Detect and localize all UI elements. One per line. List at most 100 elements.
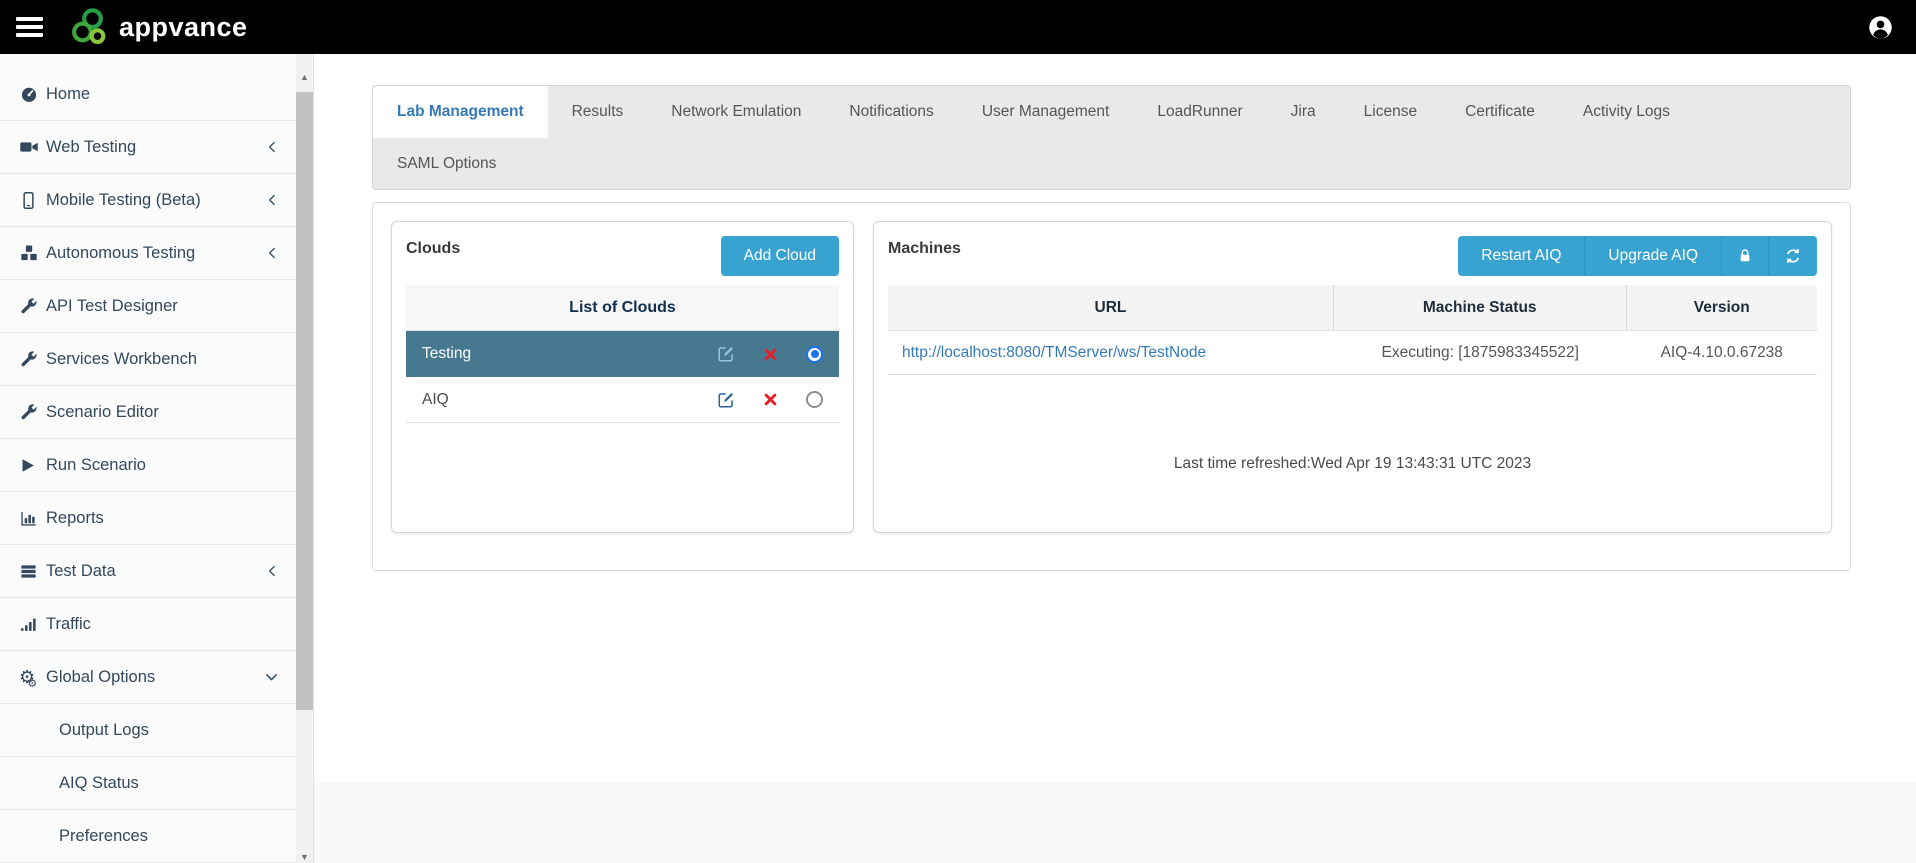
tab-jira[interactable]: Jira [1267, 86, 1340, 138]
play-icon [19, 457, 46, 474]
tab-notifications[interactable]: Notifications [825, 86, 957, 138]
column-header-machine-status: Machine Status [1334, 284, 1627, 331]
video-camera-icon [19, 137, 46, 157]
sidebar-item-label: Output Logs [59, 720, 149, 739]
upgrade-aiq-button[interactable]: Upgrade AIQ [1585, 236, 1722, 276]
tab-network-emulation[interactable]: Network Emulation [647, 86, 825, 138]
tab-row-2: SAML Options [373, 138, 1850, 189]
tab-loadrunner[interactable]: LoadRunner [1133, 86, 1266, 138]
list-of-clouds-header: List of Clouds [406, 285, 839, 331]
sidebar-item-run-scenario[interactable]: Run Scenario [0, 439, 296, 492]
sidebar-item-home[interactable]: Home [0, 68, 296, 121]
cubes-icon [19, 243, 46, 263]
column-header-version: Version [1693, 298, 1750, 316]
clouds-panel: Clouds Add Cloud List of Clouds Testing … [391, 221, 854, 533]
tab-saml-options[interactable]: SAML Options [373, 138, 520, 189]
x-icon [764, 348, 777, 360]
chevron-left-icon [265, 246, 279, 260]
refresh-button[interactable] [1769, 236, 1817, 276]
sidebar-item-autonomous-testing[interactable]: Autonomous Testing [0, 227, 296, 280]
sidebar-item-preferences[interactable]: Preferences [0, 810, 296, 863]
wrench-icon [19, 403, 46, 422]
sidebar-item-traffic[interactable]: Traffic [0, 598, 296, 651]
scroll-down-button[interactable]: ▼ [296, 852, 313, 862]
select-cloud-radio[interactable] [806, 345, 823, 363]
machines-title: Machines [888, 240, 961, 257]
sidebar-scrollbar[interactable]: ▲ ▼ [296, 54, 314, 863]
delete-cloud-button[interactable] [763, 392, 778, 407]
restart-aiq-button[interactable]: Restart AIQ [1458, 236, 1586, 276]
tab-lab-management[interactable]: Lab Management [373, 86, 548, 138]
sidebar-item-label: Mobile Testing (Beta) [46, 190, 201, 209]
sidebar-item-label: Services Workbench [46, 349, 198, 368]
edit-icon [718, 392, 733, 407]
sidebar-item-reports[interactable]: Reports [0, 492, 296, 545]
sidebar-item-label: Home [46, 84, 91, 103]
sidebar-item-label: Reports [46, 508, 104, 527]
gauge-icon [19, 84, 46, 104]
edit-cloud-button[interactable] [717, 345, 735, 363]
sidebar-item-test-data[interactable]: Test Data [0, 545, 296, 598]
sidebar-item-api-test-designer[interactable]: API Test Designer [0, 280, 296, 333]
last-refreshed-text: Last time refreshed:Wed Apr 19 13:43:31 … [1173, 455, 1532, 472]
page-background [314, 783, 1916, 863]
sidebar-item-label: Preferences [59, 826, 148, 845]
sidebar-item-label: AIQ Status [59, 773, 139, 792]
machines-table-header: URL Machine Status Version [888, 284, 1817, 331]
top-bar: appvance [0, 0, 1916, 54]
hamburger-icon[interactable] [16, 13, 43, 41]
scroll-up-button[interactable]: ▲ [296, 72, 313, 82]
tab-results[interactable]: Results [548, 86, 648, 138]
sidebar-item-aiq-status[interactable]: AIQ Status [0, 757, 296, 810]
delete-cloud-button[interactable] [763, 347, 778, 362]
bar-chart-icon [19, 509, 46, 528]
panels-card: Clouds Add Cloud List of Clouds Testing … [372, 202, 1851, 571]
tab-user-management[interactable]: User Management [958, 86, 1134, 138]
machine-url-link[interactable]: http://localhost:8080/TMServer/ws/TestNo… [902, 344, 1206, 361]
sidebar-item-label: Global Options [46, 667, 156, 686]
clouds-title: Clouds [406, 240, 461, 257]
sidebar-item-label: Traffic [46, 614, 91, 633]
chevron-left-icon [265, 193, 279, 207]
add-cloud-button[interactable]: Add Cloud [720, 236, 839, 276]
chevron-left-icon [265, 140, 279, 154]
lock-icon [1740, 249, 1750, 262]
stack-icon [19, 562, 46, 581]
sidebar-item-label: API Test Designer [46, 296, 178, 315]
cloud-name: AIQ [422, 390, 449, 408]
tab-bar: Lab Management Results Network Emulation… [372, 85, 1851, 190]
column-header-url: URL [888, 284, 1334, 331]
tab-activity-logs[interactable]: Activity Logs [1559, 86, 1694, 138]
select-cloud-radio[interactable] [806, 391, 823, 408]
sidebar-item-services-workbench[interactable]: Services Workbench [0, 333, 296, 386]
edit-icon [718, 347, 733, 362]
sidebar-item-mobile-testing[interactable]: Mobile Testing (Beta) [0, 174, 296, 227]
tab-certificate[interactable]: Certificate [1441, 86, 1559, 138]
gears-icon: ⚙ ⚙ [19, 667, 38, 690]
cloud-row-testing[interactable]: Testing [406, 331, 839, 377]
scroll-thumb[interactable] [296, 92, 313, 710]
mobile-icon [19, 191, 46, 210]
signal-icon [19, 615, 46, 634]
refresh-icon [1786, 249, 1800, 263]
sidebar-item-label: Autonomous Testing [46, 243, 196, 262]
machine-status: Executing: [1875983345522] [1381, 343, 1579, 361]
sidebar-item-scenario-editor[interactable]: Scenario Editor [0, 386, 296, 439]
sidebar-item-web-testing[interactable]: Web Testing [0, 121, 296, 174]
tab-license[interactable]: License [1340, 86, 1441, 138]
sidebar: Home Web Testing Mobile Testing (Beta) A… [0, 54, 296, 863]
lock-button[interactable] [1722, 236, 1769, 276]
wrench-icon [19, 297, 46, 316]
tab-row-1: Lab Management Results Network Emulation… [373, 86, 1850, 138]
sidebar-item-global-options[interactable]: ⚙ ⚙ Global Options [0, 651, 296, 704]
machine-row: http://localhost:8080/TMServer/ws/TestNo… [888, 331, 1817, 375]
chevron-down-icon [264, 670, 279, 685]
cloud-row-aiq[interactable]: AIQ [406, 377, 839, 423]
user-account-icon[interactable] [1867, 14, 1894, 41]
sidebar-item-output-logs[interactable]: Output Logs [0, 704, 296, 757]
machines-actions: Restart AIQ Upgrade AIQ [1458, 236, 1817, 276]
edit-cloud-button[interactable] [717, 391, 735, 409]
brand-text: appvance [119, 11, 248, 42]
machines-panel: Machines Restart AIQ Upgrade AIQ URL Mac… [873, 221, 1832, 533]
sidebar-item-label: Scenario Editor [46, 402, 159, 421]
